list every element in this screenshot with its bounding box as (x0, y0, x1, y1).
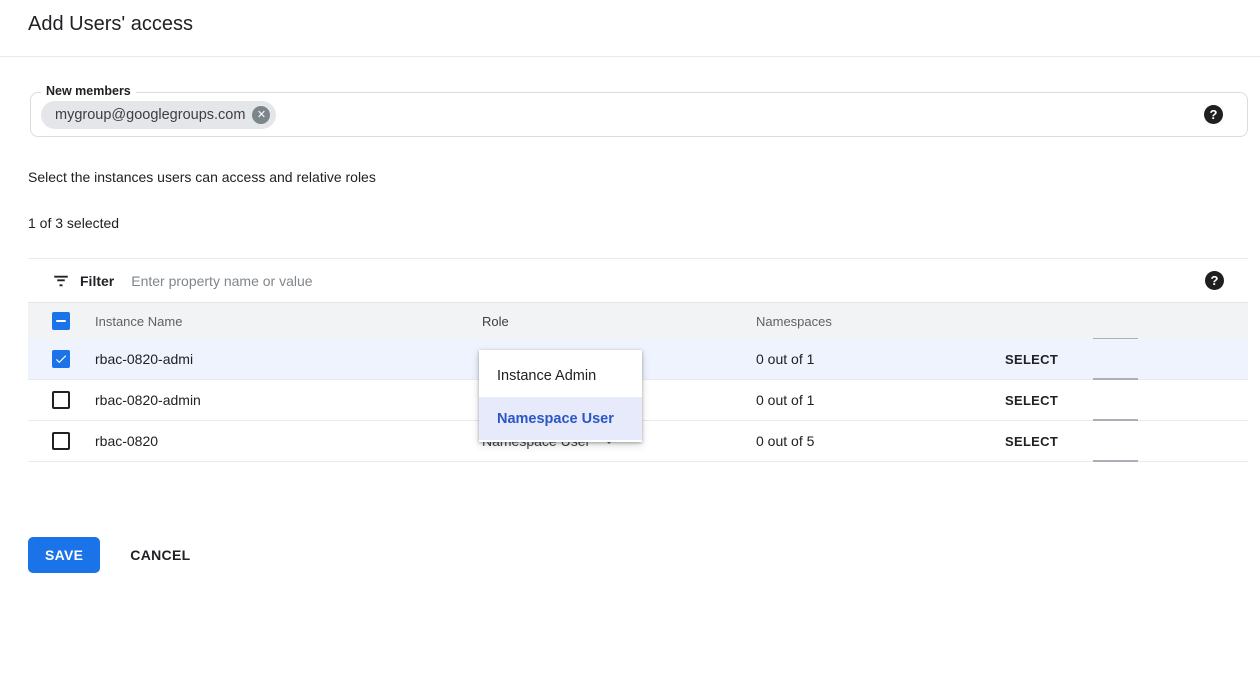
members-help-icon[interactable]: ? (1204, 105, 1223, 124)
filter-help-icon[interactable]: ? (1205, 271, 1224, 290)
row-checkbox[interactable] (52, 350, 70, 368)
instance-name: rbac-0820-admin (95, 392, 482, 408)
selection-count: 1 of 3 selected (28, 215, 119, 231)
instance-name: rbac-0820 (95, 433, 482, 449)
filter-bar[interactable]: Filter Enter property name or value ? (28, 258, 1248, 303)
filter-label: Filter (80, 273, 114, 289)
instructions-text: Select the instances users can access an… (28, 169, 376, 185)
check-icon (54, 352, 68, 366)
select-all-checkbox[interactable] (52, 312, 70, 330)
header-divider (0, 56, 1260, 57)
select-namespaces-button[interactable]: SELECT (1005, 352, 1058, 367)
row-checkbox[interactable] (52, 432, 70, 450)
column-header-role: Role (482, 314, 756, 329)
new-members-field[interactable]: New members mygroup@googlegroups.com ✕ ? (30, 92, 1248, 137)
select-namespaces-button[interactable]: SELECT (1005, 393, 1058, 408)
dialog-actions: SAVE CANCEL (28, 537, 190, 573)
cancel-button[interactable]: CANCEL (130, 547, 190, 563)
filter-list-icon (52, 272, 70, 290)
namespace-input-underline (1093, 460, 1138, 462)
member-chip-text: mygroup@googlegroups.com (55, 107, 245, 123)
column-header-instance-name: Instance Name (95, 314, 482, 329)
member-chip: mygroup@googlegroups.com ✕ (41, 101, 276, 129)
row-checkbox[interactable] (52, 391, 70, 409)
namespaces-count: 0 out of 5 (756, 433, 1005, 449)
select-namespaces-button[interactable]: SELECT (1005, 434, 1058, 449)
instance-name: rbac-0820-admi (95, 351, 482, 367)
filter-input[interactable]: Enter property name or value (131, 273, 1205, 289)
role-option-instance-admin[interactable]: Instance Admin (479, 354, 642, 397)
indeterminate-dash-icon (56, 320, 66, 322)
new-members-label: New members (41, 84, 136, 98)
add-users-access-dialog: Add Users' access New members mygroup@go… (0, 0, 1260, 675)
chip-remove-icon[interactable]: ✕ (252, 106, 270, 124)
role-option-namespace-user[interactable]: Namespace User (479, 397, 642, 440)
page-title: Add Users' access (28, 13, 193, 36)
namespaces-count: 0 out of 1 (756, 392, 1005, 408)
column-header-namespaces: Namespaces (756, 314, 1005, 329)
save-button[interactable]: SAVE (28, 537, 100, 573)
table-header-row: Instance Name Role Namespaces (28, 303, 1248, 339)
role-dropdown-menu: Instance Admin Namespace User (479, 350, 642, 442)
namespaces-count: 0 out of 1 (756, 351, 1005, 367)
